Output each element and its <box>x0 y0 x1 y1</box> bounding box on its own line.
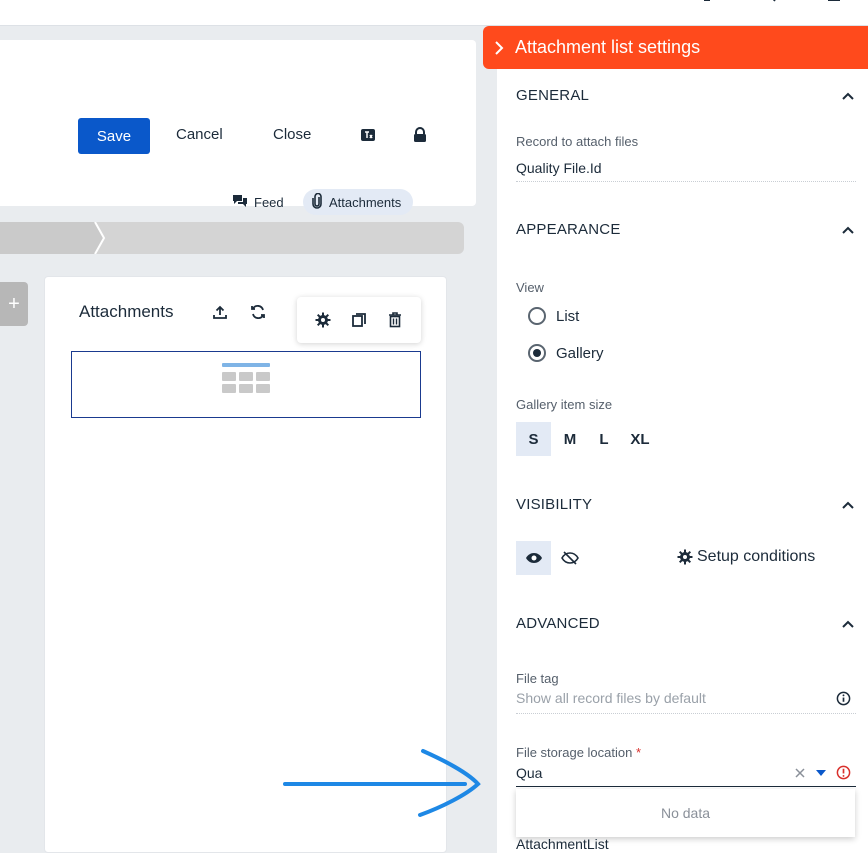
layout-icon[interactable] <box>826 0 844 6</box>
attachments-gallery-placeholder[interactable] <box>71 351 421 418</box>
close-button[interactable]: Close <box>273 126 311 143</box>
section-general-title[interactable]: GENERAL <box>516 87 589 104</box>
file-tag-label: File tag <box>516 671 559 686</box>
size-s-button[interactable]: S <box>516 422 551 456</box>
view-option-gallery[interactable]: Gallery <box>528 344 604 362</box>
add-column-button[interactable]: + <box>0 282 28 326</box>
storage-location-underline <box>516 786 856 787</box>
view-label: View <box>516 280 544 295</box>
eye-off-icon <box>560 551 579 565</box>
component-toolbar <box>297 297 421 343</box>
record-field-label: Record to attach files <box>516 134 639 149</box>
gear-icon[interactable] <box>313 310 333 330</box>
paperclip-icon <box>311 192 323 212</box>
size-m-button[interactable]: M <box>556 422 584 456</box>
tab-feed-label: Feed <box>254 194 284 210</box>
settings-panel <box>497 26 868 853</box>
annotation-arrow <box>283 749 481 817</box>
section-appearance-title[interactable]: APPEARANCE <box>516 221 621 238</box>
settings-panel-header: Attachment list settings <box>483 26 868 69</box>
view-option-gallery-label: Gallery <box>556 344 604 362</box>
translate-icon[interactable] <box>359 126 377 144</box>
plus-icon: + <box>8 292 20 315</box>
lock-icon[interactable] <box>411 126 429 144</box>
record-field-input[interactable]: Quality File.Id <box>516 160 602 176</box>
top-app-bar <box>0 0 868 26</box>
attachments-component-title: Attachments <box>79 302 174 321</box>
section-advanced-title[interactable]: ADVANCED <box>516 615 600 632</box>
size-xl-button[interactable]: XL <box>624 422 656 456</box>
record-field-underline <box>516 181 856 182</box>
view-option-list-label: List <box>556 307 580 325</box>
trash-icon[interactable] <box>385 310 405 330</box>
chat-icon <box>232 194 248 211</box>
view-option-list[interactable]: List <box>528 307 579 325</box>
chevron-down-icon[interactable] <box>816 770 826 776</box>
size-l-button[interactable]: L <box>592 422 616 456</box>
eye-icon <box>525 553 542 563</box>
page-header-card: Save Cancel Close Feed Attachments <box>0 40 476 215</box>
radio-gallery[interactable] <box>528 344 546 362</box>
collapse-panel-chevron-icon[interactable] <box>483 40 515 55</box>
chevron-up-icon[interactable] <box>840 497 856 513</box>
file-tag-underline <box>516 713 856 714</box>
setup-conditions-label: Setup conditions <box>697 548 816 565</box>
upload-icon[interactable] <box>211 303 229 321</box>
hidden-eye-button[interactable] <box>552 541 587 575</box>
chevron-up-icon[interactable] <box>840 616 856 632</box>
cancel-button[interactable]: Cancel <box>176 126 223 143</box>
file-tag-input[interactable]: Show all record files by default <box>516 690 706 706</box>
chevron-up-icon[interactable] <box>840 222 856 238</box>
copy-icon[interactable] <box>349 310 369 330</box>
section-visibility-title[interactable]: VISIBILITY <box>516 496 592 513</box>
gear-icon <box>677 549 693 565</box>
gallery-icon <box>222 363 270 393</box>
dropdown-empty-message: No data <box>660 805 711 821</box>
visible-eye-button[interactable] <box>516 541 551 575</box>
list-icon[interactable] <box>702 0 720 6</box>
refresh-icon[interactable] <box>249 303 267 321</box>
attachment-list-value: AttachmentList <box>516 836 609 852</box>
storage-location-label: File storage location * <box>516 745 641 760</box>
required-asterisk: * <box>635 745 642 760</box>
stage-progress-bar <box>0 222 464 254</box>
gallery-size-label: Gallery item size <box>516 397 613 412</box>
clear-icon[interactable] <box>795 768 805 778</box>
edit-icon[interactable] <box>768 0 786 6</box>
panel-title: Attachment list settings <box>515 37 701 57</box>
tab-attachments[interactable]: Attachments <box>303 189 414 215</box>
radio-list[interactable] <box>528 307 546 325</box>
storage-location-label-text: File storage location <box>516 745 633 760</box>
storage-location-dropdown: No data <box>516 789 855 837</box>
storage-location-input[interactable]: Qua <box>516 765 542 781</box>
chevron-up-icon[interactable] <box>840 88 856 104</box>
info-icon[interactable] <box>836 691 851 706</box>
tab-feed[interactable]: Feed <box>224 189 296 215</box>
tab-attachments-label: Attachments <box>329 194 402 210</box>
error-icon <box>836 765 851 780</box>
setup-conditions-button[interactable]: Setup conditions <box>677 548 815 566</box>
save-button[interactable]: Save <box>78 118 150 154</box>
